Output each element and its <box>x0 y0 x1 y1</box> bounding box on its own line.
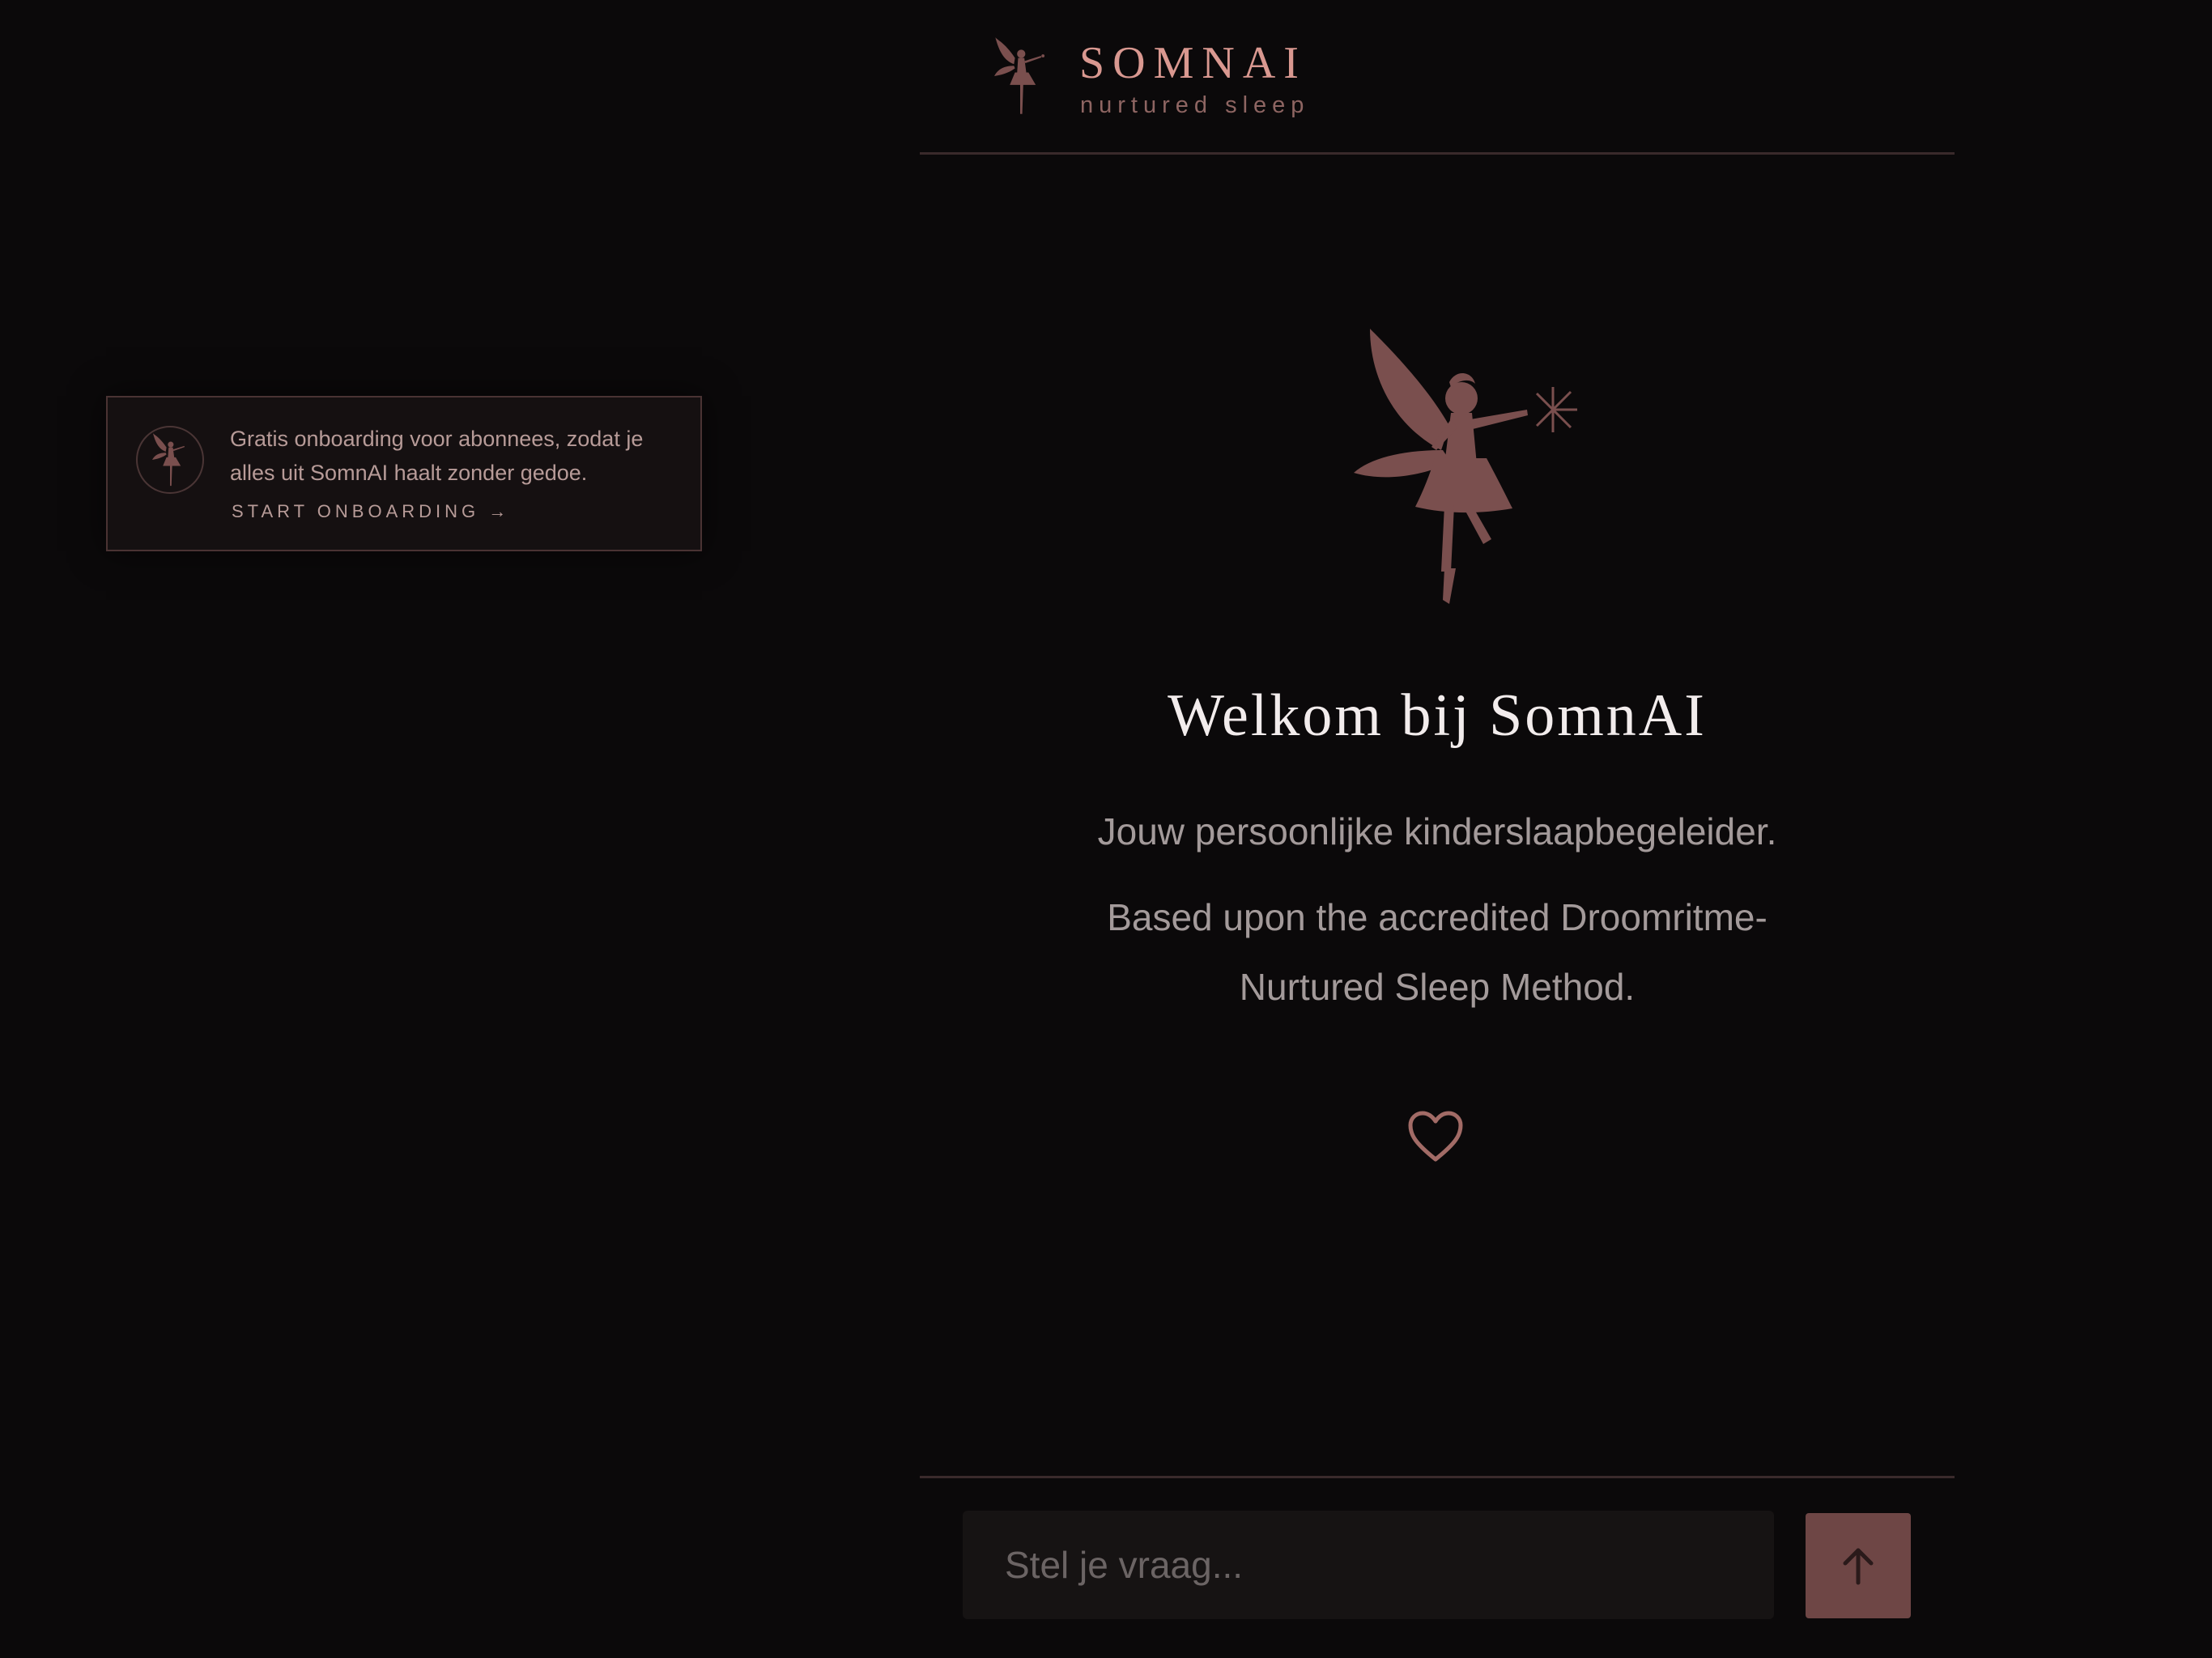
welcome-subtitle: Jouw persoonlijke kinderslaapbegeleider. <box>1097 810 1777 852</box>
brand-tagline: nurtured sleep <box>1080 92 1310 118</box>
method-text-line: Based upon the accredited Droomritme-Nur… <box>1107 896 1767 1008</box>
onboarding-card: Gratis onboarding voor abonnees, zodat j… <box>106 396 702 551</box>
chat-input-wrapper <box>963 1511 1774 1619</box>
fairy-icon <box>152 433 185 487</box>
method-text: Based upon the accredited Droomritme-Nur… <box>920 882 1955 1022</box>
arrow-up-icon <box>1843 1548 1874 1585</box>
fairy-icon <box>1354 329 1577 604</box>
onboarding-text: Gratis onboarding voor abonnees, zodat j… <box>230 427 644 485</box>
send-button[interactable] <box>1806 1513 1911 1618</box>
brand-name: SOMNAI <box>1079 38 1307 88</box>
welcome-title: Welkom bij SomnAI <box>1168 682 1707 749</box>
header-divider <box>920 152 1955 155</box>
heart-icon[interactable] <box>1407 1111 1464 1163</box>
app-page: Gratis onboarding voor abonnees, zodat j… <box>0 0 2212 1658</box>
onboarding-logo <box>136 426 204 494</box>
start-onboarding-link[interactable]: START ONBOARDING → <box>232 501 510 522</box>
chat-divider <box>920 1476 1955 1478</box>
brand-header: SOMNAI nurtured sleep <box>989 37 1362 126</box>
chat-input[interactable] <box>963 1511 1774 1619</box>
fairy-icon <box>994 37 1045 114</box>
